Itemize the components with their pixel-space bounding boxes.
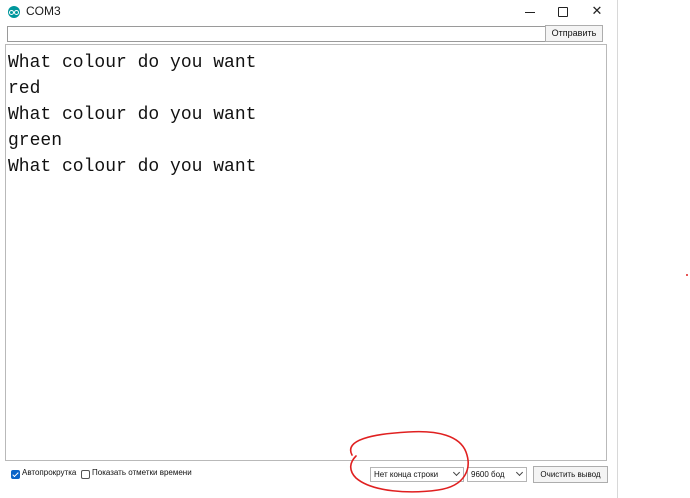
serial-output[interactable]: What colour do you want red What colour … bbox=[5, 44, 607, 461]
send-button[interactable]: Отправить bbox=[545, 25, 603, 42]
clear-output-button[interactable]: Очистить вывод bbox=[533, 466, 608, 483]
close-icon: ✕ bbox=[591, 4, 603, 19]
window-title: COM3 bbox=[26, 4, 61, 18]
output-line: What colour do you want bbox=[8, 157, 257, 177]
bottom-bar: Автопрокрутка Показать отметки времени Н… bbox=[0, 462, 617, 498]
baud-rate-value: 9600 бод bbox=[471, 470, 505, 479]
maximize-button[interactable] bbox=[546, 0, 580, 24]
red-dot-mark bbox=[686, 274, 688, 276]
timestamps-label: Показать отметки времени bbox=[92, 468, 192, 477]
output-line: green bbox=[8, 131, 63, 151]
output-line: red bbox=[8, 79, 41, 99]
chevron-down-icon bbox=[515, 468, 524, 477]
minimize-button[interactable] bbox=[513, 0, 547, 24]
send-input[interactable] bbox=[7, 26, 548, 42]
output-line: What colour do you want bbox=[8, 53, 257, 73]
title-bar[interactable]: COM3 ✕ bbox=[0, 0, 617, 24]
autoscroll-label: Автопрокрутка bbox=[22, 468, 77, 477]
line-ending-select[interactable]: Нет конца строки bbox=[370, 467, 464, 482]
baud-rate-select[interactable]: 9600 бод bbox=[467, 467, 527, 482]
autoscroll-checkbox[interactable] bbox=[11, 470, 20, 479]
maximize-icon bbox=[558, 7, 568, 17]
close-button[interactable]: ✕ bbox=[580, 0, 614, 24]
minimize-icon bbox=[525, 12, 535, 13]
timestamps-checkbox[interactable] bbox=[81, 470, 90, 479]
line-ending-value: Нет конца строки bbox=[374, 470, 439, 479]
chevron-down-icon bbox=[452, 468, 461, 477]
serial-monitor-window: COM3 ✕ Отправить What colour do you want… bbox=[0, 0, 618, 498]
output-line: What colour do you want bbox=[8, 105, 257, 125]
page: COM3 ✕ Отправить What colour do you want… bbox=[0, 0, 690, 498]
arduino-logo-icon bbox=[8, 6, 20, 18]
